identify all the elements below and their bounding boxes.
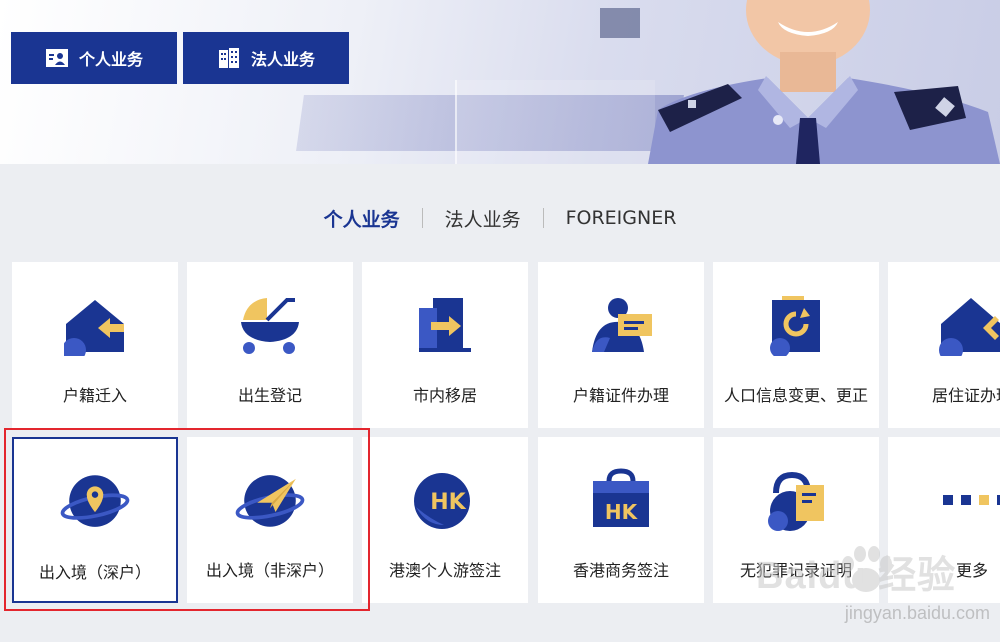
service-label: 出入境（深户） bbox=[38, 563, 151, 582]
category-tabs: 个人业务 法人业务 FOREIGNER bbox=[0, 198, 1000, 238]
svg-text:HK: HK bbox=[605, 500, 639, 524]
service-card-no-criminal-record[interactable]: 无犯罪记录证明 bbox=[713, 437, 879, 603]
service-label: 无犯罪记录证明 bbox=[739, 561, 852, 580]
hk-globe-icon: HK bbox=[414, 473, 470, 529]
tab-foreigner[interactable]: FOREIGNER bbox=[544, 207, 699, 229]
globe-paper-plane-icon bbox=[235, 475, 305, 527]
service-label: 更多 bbox=[956, 561, 989, 580]
baby-stroller-icon bbox=[241, 298, 299, 354]
service-card-household-id-processing[interactable]: 户籍证件办理 bbox=[538, 262, 704, 428]
person-id-card-icon bbox=[592, 298, 652, 352]
service-label: 居住证办理 bbox=[932, 386, 1000, 405]
corporate-business-label: 法人业务 bbox=[250, 50, 315, 69]
house-arrow-in-icon bbox=[64, 300, 124, 356]
globe-location-pin-icon bbox=[60, 475, 130, 527]
service-card-household-move-in[interactable]: 户籍迁入 bbox=[12, 262, 178, 428]
service-label: 人口信息变更、更正 bbox=[723, 386, 868, 405]
person-card-icon bbox=[45, 49, 68, 67]
lock-document-icon bbox=[768, 471, 824, 531]
hk-briefcase-icon: HK bbox=[593, 468, 649, 527]
service-label: 港澳个人游签注 bbox=[388, 561, 501, 580]
tab-personal[interactable]: 个人业务 bbox=[302, 205, 422, 232]
service-card-exit-entry-non-shenzhen[interactable]: 出入境（非深户） bbox=[187, 437, 353, 603]
banner-monitor bbox=[600, 8, 640, 38]
service-label: 出生登记 bbox=[237, 386, 302, 405]
door-arrow-icon bbox=[419, 298, 471, 352]
service-card-birth-registration[interactable]: 出生登记 bbox=[187, 262, 353, 428]
service-card-hk-macau-individual-visa[interactable]: HK 港澳个人游签注 bbox=[362, 437, 528, 603]
officer-photo bbox=[648, 0, 1000, 164]
service-card-exit-entry-shenzhen[interactable]: 出入境（深户） bbox=[12, 437, 178, 603]
tab-corporate[interactable]: 法人业务 bbox=[423, 205, 543, 232]
personal-business-button[interactable]: 个人业务 bbox=[11, 32, 177, 84]
service-card-residence-permit[interactable]: 居住证办理 bbox=[888, 262, 1000, 428]
service-card-more[interactable]: 更多 bbox=[888, 437, 1000, 603]
building-icon bbox=[218, 48, 239, 68]
service-label: 户籍迁入 bbox=[62, 386, 127, 405]
service-label: 市内移居 bbox=[412, 386, 477, 405]
service-label: 出入境（非深户） bbox=[205, 561, 334, 580]
service-label: 香港商务签注 bbox=[572, 561, 669, 580]
house-person-icon bbox=[939, 298, 1000, 356]
watermark-url: jingyan.baidu.com bbox=[844, 603, 990, 623]
banner-glass-panel bbox=[455, 80, 655, 164]
personal-business-label: 个人业务 bbox=[78, 50, 143, 69]
service-card-population-info-change[interactable]: 人口信息变更、更正 bbox=[713, 262, 879, 428]
corporate-business-button[interactable]: 法人业务 bbox=[183, 32, 349, 84]
service-label: 户籍证件办理 bbox=[572, 386, 669, 405]
more-dots-icon bbox=[943, 495, 1000, 505]
svg-text:HK: HK bbox=[430, 490, 466, 515]
service-card-hk-business-visa[interactable]: HK 香港商务签注 bbox=[538, 437, 704, 603]
service-card-intra-city-relocation[interactable]: 市内移居 bbox=[362, 262, 528, 428]
document-refresh-icon bbox=[770, 296, 820, 356]
